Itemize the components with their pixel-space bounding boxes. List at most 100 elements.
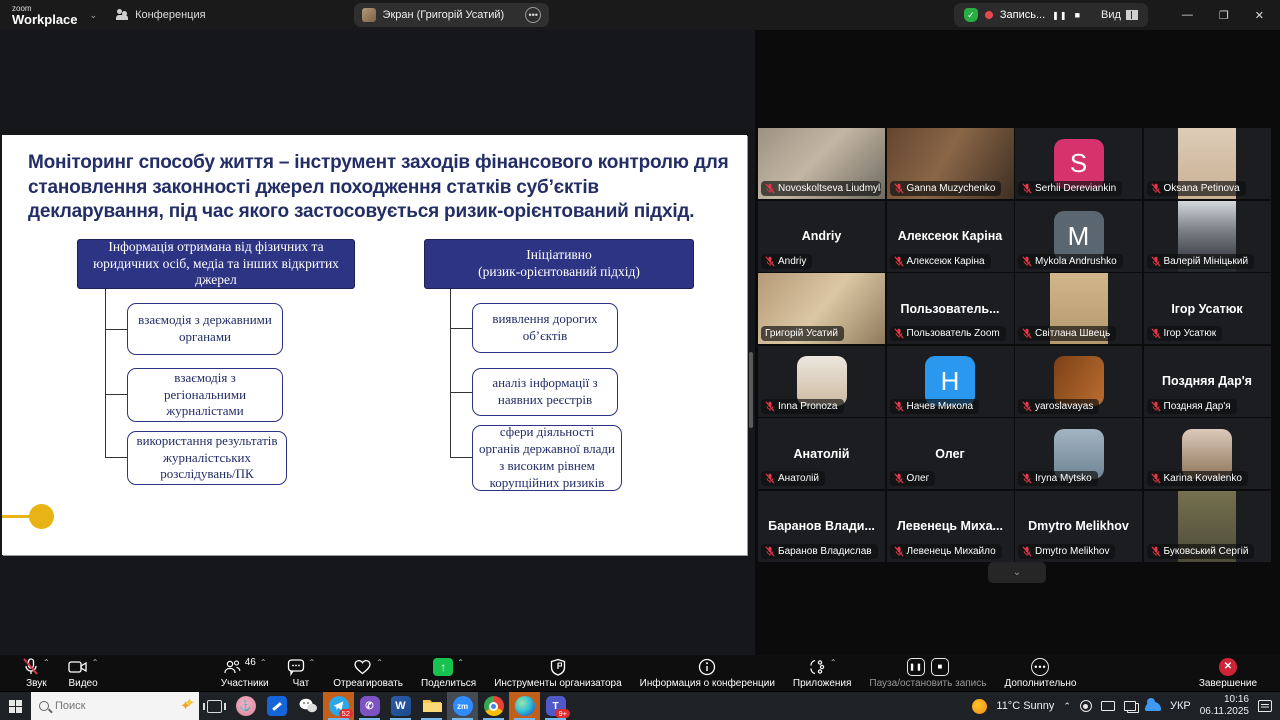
weather-text[interactable]: 11°C Sunny — [996, 700, 1054, 712]
taskbar-app-viber[interactable]: ✆ — [354, 692, 385, 720]
windows-logo-icon — [9, 699, 22, 713]
tray-display-icon[interactable] — [1100, 701, 1115, 711]
task-view-button[interactable] — [199, 692, 230, 720]
clock-date: 06.11.2025 — [1199, 706, 1249, 717]
participant-name-label: Ігор Усатюк — [1146, 326, 1223, 341]
close-button[interactable]: ✕ — [1255, 9, 1264, 22]
participant-tile[interactable]: Олег Олег — [886, 418, 1014, 489]
apps-button[interactable]: ⌃ Приложения — [784, 658, 861, 689]
tab-screen-share[interactable]: Экран (Григорій Усатий) ••• — [353, 3, 550, 27]
participant-tile[interactable]: Левенець Миха... Левенець Михайло — [886, 490, 1014, 562]
tab-more-icon[interactable]: ••• — [525, 7, 542, 23]
chrome-icon — [483, 696, 504, 716]
participant-tile[interactable]: Novoskoltseva Liudmyla — [758, 128, 885, 199]
chevron-up-icon[interactable]: ⌃ — [457, 658, 464, 667]
pause-recording-icon[interactable]: ❚❚ — [1052, 11, 1067, 20]
search-box[interactable]: ✦ — [31, 692, 199, 720]
tray-network-icon[interactable] — [1123, 701, 1136, 711]
chevron-up-icon[interactable]: ⌃ — [43, 658, 50, 667]
participant-tile[interactable]: M Mykola Andrushko — [1015, 200, 1142, 272]
pause-record-icon[interactable]: ❚❚ — [906, 657, 925, 676]
participant-tile[interactable]: H Начев Микола — [886, 345, 1014, 417]
taskbar-app-zoom[interactable]: zm — [447, 692, 478, 720]
search-icon — [39, 701, 49, 711]
end-meeting-icon: ✕ — [1218, 657, 1237, 676]
participant-tile[interactable]: Світлана Швець — [1015, 273, 1142, 344]
view-button[interactable]: Вид — [1101, 9, 1138, 21]
taskbar-app-telegram[interactable]: 52 — [323, 692, 354, 720]
react-button[interactable]: ⌃ Отреагировать — [324, 658, 412, 689]
zoom-app-icon: zm — [452, 696, 473, 716]
participant-tile[interactable]: Анатолій Анатолій — [758, 418, 885, 489]
grid-view-icon — [1125, 10, 1138, 20]
participant-tile[interactable]: Валерій Мініцький — [1143, 200, 1271, 272]
maximize-button[interactable]: ❐ — [1219, 9, 1229, 22]
chevron-up-icon[interactable]: ⌃ — [260, 658, 267, 667]
pause-stop-record-button[interactable]: ❚❚ ■ Пауза/остановить запись — [860, 657, 995, 689]
participant-tile[interactable]: Ігор Усатюк Ігор Усатюк — [1143, 273, 1271, 344]
minimize-button[interactable]: — — [1182, 9, 1193, 21]
participant-tile[interactable]: Алексеюк Каріна Алексеюк Каріна — [886, 200, 1014, 272]
tray-expand-icon[interactable]: ⌃ — [1063, 701, 1071, 712]
participant-tile[interactable]: Григорій Усатий — [758, 273, 885, 344]
tray-record-icon[interactable] — [1079, 700, 1092, 712]
language-indicator[interactable]: УКР — [1170, 700, 1191, 712]
participant-tile[interactable]: Поздняя Дар'я Поздняя Дар'я — [1143, 345, 1271, 417]
host-tools-button[interactable]: Инструменты организатора — [485, 658, 630, 689]
taskbar-app-explorer[interactable] — [416, 692, 447, 720]
taskbar-app-chrome[interactable] — [478, 692, 509, 720]
participant-tile[interactable]: Iryna Mytsko — [1015, 418, 1142, 489]
stop-record-icon[interactable]: ■ — [930, 657, 949, 676]
onedrive-icon[interactable] — [1144, 697, 1161, 711]
participant-tile[interactable]: Ganna Muzychenko — [886, 128, 1014, 199]
meeting-info-button[interactable]: Информация о конференции — [631, 658, 784, 689]
right-header-line2: (ризик-орієнтований підхід) — [478, 264, 640, 279]
participant-tile[interactable]: Oksana Petinova — [1143, 128, 1271, 199]
participant-tile[interactable]: Inna Pronoza — [758, 345, 885, 417]
chevron-up-icon[interactable]: ⌃ — [830, 658, 837, 667]
action-center-icon[interactable] — [1258, 700, 1272, 712]
scrollbar[interactable] — [749, 352, 753, 428]
participant-tile[interactable]: Karina Kovalenko — [1143, 418, 1271, 489]
participants-button[interactable]: 46 ⌃ Участники — [212, 657, 278, 689]
participant-name-text: Алексеюк Каріна — [906, 255, 985, 267]
participant-name-text: yaroslavayas — [1035, 400, 1094, 412]
start-button[interactable] — [0, 692, 31, 720]
participant-tile[interactable]: yaroslavayas — [1015, 345, 1142, 417]
chat-button[interactable]: ⌃ Чат — [278, 658, 325, 689]
mic-muted-icon — [765, 473, 775, 484]
end-meeting-button[interactable]: ✕ Завершение — [1190, 657, 1266, 689]
more-button[interactable]: ••• Дополнительно — [995, 657, 1085, 689]
chevron-down-icon[interactable]: ⌄ — [90, 10, 98, 21]
tab-meeting[interactable]: Конференция — [107, 5, 213, 25]
taskbar-app-brain[interactable]: ⚓ — [230, 692, 261, 720]
taskbar-app-word[interactable]: W — [385, 692, 416, 720]
chevron-up-icon[interactable]: ⌃ — [309, 658, 316, 667]
shared-screen-area: Моніторинг способу життя – інструмент за… — [0, 30, 755, 655]
taskbar-app-teams[interactable]: T 9+ — [540, 692, 571, 720]
participant-tile[interactable]: Буковський Сергій — [1143, 490, 1271, 562]
gallery-more-button[interactable]: ⌄ — [988, 562, 1046, 583]
video-button[interactable]: ⌃ Видео — [59, 658, 108, 689]
participant-tile[interactable]: S Serhii Dereviankin — [1015, 128, 1142, 199]
stop-recording-icon[interactable]: ■ — [1075, 10, 1080, 20]
chevron-up-icon[interactable]: ⌃ — [92, 658, 99, 667]
participant-name-label: Поздняя Дар'я — [1146, 398, 1237, 414]
taskbar-app-wechat[interactable] — [292, 692, 323, 720]
participant-tile[interactable]: Andriy Andriy — [758, 200, 885, 272]
participant-tile[interactable]: Пользователь... Пользователь Zoom — [886, 273, 1014, 344]
audio-button[interactable]: ⌃ Звук — [14, 657, 59, 689]
participant-name-label: Novoskoltseva Liudmyla — [761, 181, 881, 196]
participants-icon — [224, 659, 241, 673]
chevron-up-icon[interactable]: ⌃ — [376, 658, 383, 667]
search-input[interactable] — [55, 700, 141, 712]
security-shield-icon[interactable]: ✓ — [963, 8, 978, 22]
tab-meeting-label: Конференция — [135, 9, 206, 21]
participant-tile[interactable]: Dmytro Melikhov Dmytro Melikhov — [1015, 490, 1142, 562]
participant-tile[interactable]: Баранов Влади... Баранов Владислав — [758, 490, 885, 562]
taskbar-app-edge[interactable] — [509, 692, 540, 720]
clock[interactable]: 10:16 06.11.2025 — [1200, 694, 1249, 719]
taskbar-app-scanner[interactable] — [261, 692, 292, 720]
share-button[interactable]: ↑ ⌃ Поделиться — [412, 657, 485, 689]
participant-name-label: Алексеюк Каріна — [889, 253, 991, 269]
